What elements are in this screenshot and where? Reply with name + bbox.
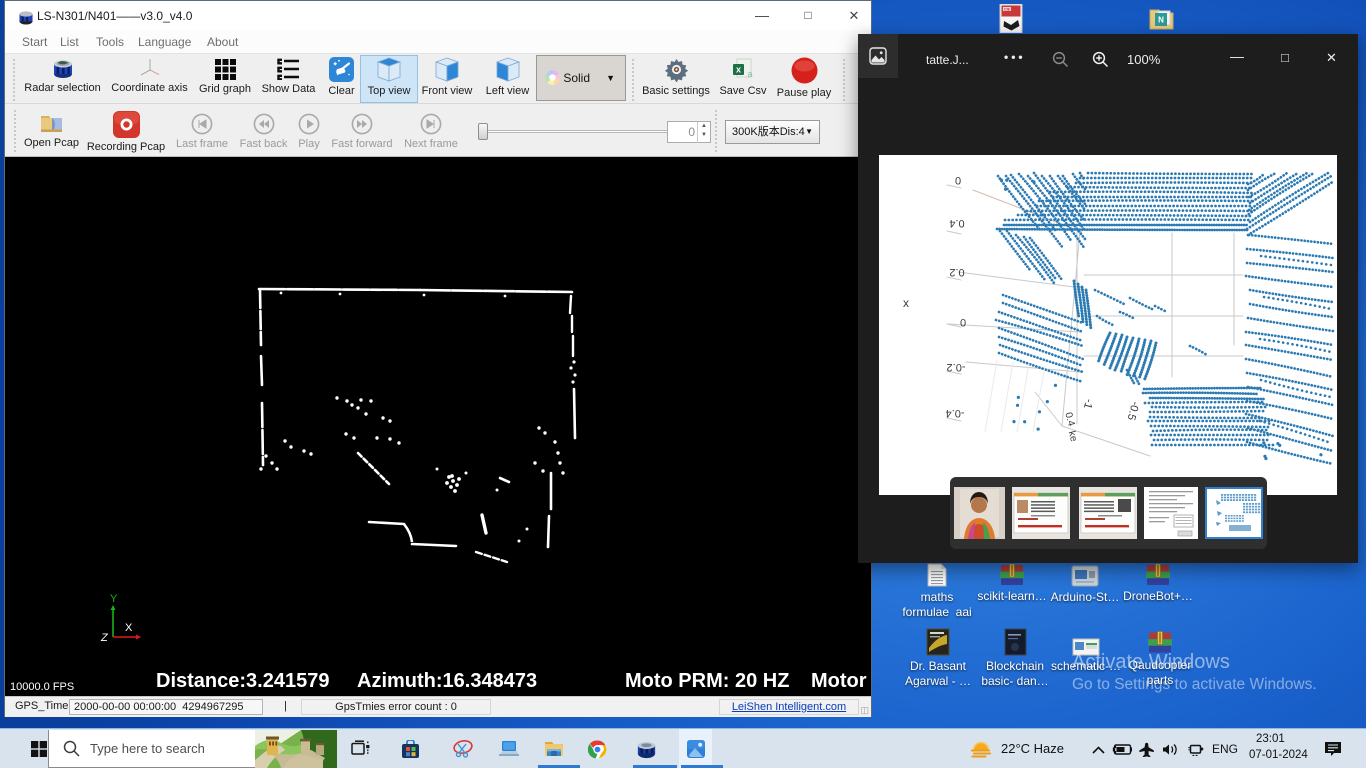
svg-text:-1: -1 bbox=[1081, 397, 1095, 410]
svg-text:Y: Y bbox=[110, 593, 118, 605]
svg-text:x: x bbox=[735, 65, 740, 75]
svg-text:-0.2: -0.2 bbox=[947, 361, 966, 373]
svg-text:a: a bbox=[747, 69, 752, 79]
svg-text:N: N bbox=[1158, 16, 1164, 25]
svg-text:0: 0 bbox=[960, 316, 966, 328]
svg-text:0.2: 0.2 bbox=[949, 266, 964, 278]
svg-text:Z: Z bbox=[100, 632, 109, 643]
svg-text:CIE: CIE bbox=[1004, 8, 1011, 12]
svg-text:ke: ke bbox=[1066, 430, 1079, 443]
svg-text:x: x bbox=[903, 296, 909, 310]
svg-text:-0.5: -0.5 bbox=[1125, 400, 1142, 421]
svg-text:0.4: 0.4 bbox=[949, 217, 964, 229]
svg-text:0.4: 0.4 bbox=[1062, 411, 1076, 428]
svg-text:-0.4: -0.4 bbox=[946, 407, 965, 419]
svg-text:X: X bbox=[125, 622, 133, 634]
svg-text:0: 0 bbox=[955, 174, 961, 186]
